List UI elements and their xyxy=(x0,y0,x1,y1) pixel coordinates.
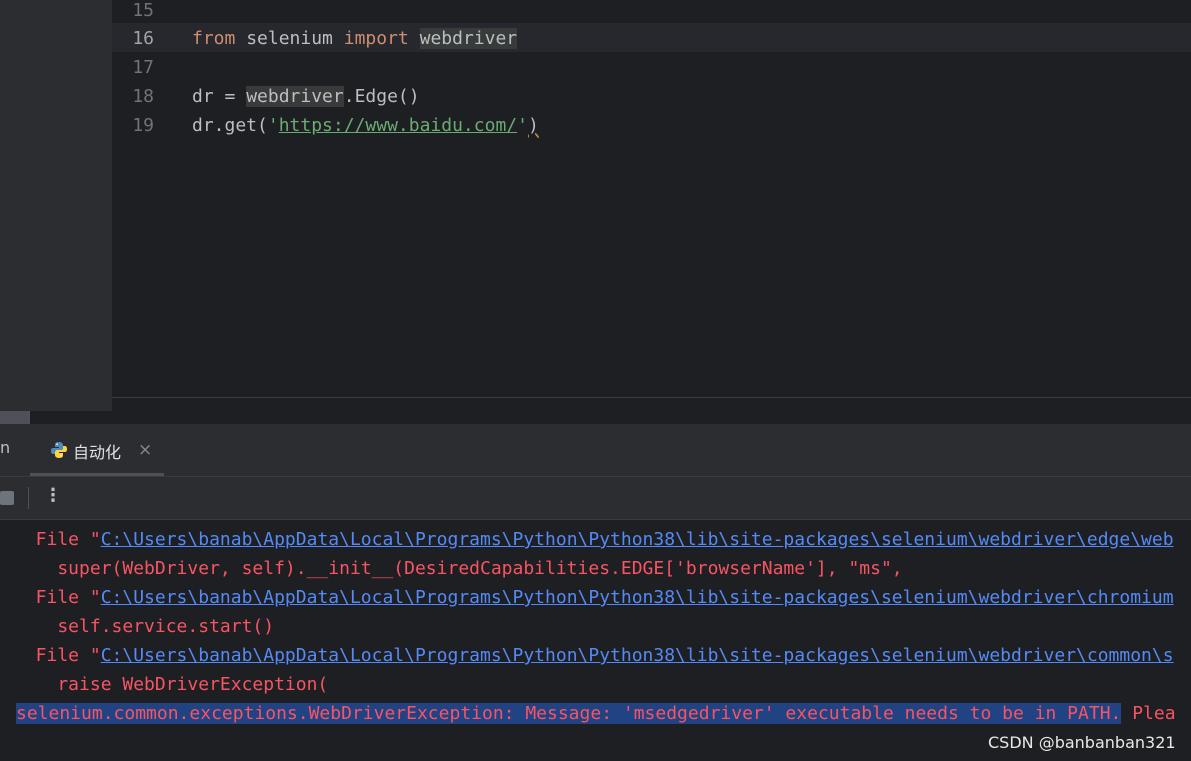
code-line-18[interactable]: dr = webdriver.Edge() xyxy=(192,82,420,111)
code-text: ) xyxy=(527,115,539,136)
file-path-link[interactable]: C:\Users\banab\AppData\Local\Programs\Py… xyxy=(101,645,1174,666)
run-tab-label: 自动化 xyxy=(73,443,122,462)
file-path-link[interactable]: C:\Users\banab\AppData\Local\Programs\Py… xyxy=(101,529,1174,550)
console-line: File "C:\Users\banab\AppData\Local\Progr… xyxy=(14,583,1174,612)
code-text: dr = xyxy=(192,86,247,107)
console-line: File "C:\Users\banab\AppData\Local\Progr… xyxy=(14,641,1174,670)
selected-exception-text: selenium.common.exceptions.WebDriverExce… xyxy=(16,703,1122,724)
identifier-webdriver: webdriver xyxy=(419,28,518,49)
exception-text-rest: Plea xyxy=(1121,703,1176,724)
line-number: 15 xyxy=(132,0,154,21)
console-line: raise WebDriverException( xyxy=(14,674,329,695)
line-number: 16 xyxy=(132,28,154,49)
code-line-19[interactable]: dr.get('https://www.baidu.com/') xyxy=(192,111,539,140)
more-options-icon[interactable]: ⋮ xyxy=(44,485,62,506)
trace-prefix: File " xyxy=(14,529,101,550)
project-panel-strip xyxy=(0,0,112,411)
keyword-from: from xyxy=(192,28,236,49)
line-number: 19 xyxy=(132,115,154,136)
run-toolbar xyxy=(0,477,1191,520)
line-number: 17 xyxy=(132,57,154,78)
console-line: self.service.start() xyxy=(14,616,275,637)
code-editor[interactable] xyxy=(190,0,1191,397)
console-line: super(WebDriver, self).__init__(DesiredC… xyxy=(14,558,903,579)
watermark: CSDN @banbanban321 xyxy=(988,733,1176,752)
keyword-import: import xyxy=(343,28,409,49)
exception-line: selenium.common.exceptions.WebDriverExce… xyxy=(16,699,1176,728)
horizontal-scrollbar-thumb[interactable] xyxy=(0,411,30,424)
trace-prefix: File " xyxy=(14,587,101,608)
python-icon xyxy=(51,442,67,458)
run-tool-window-header xyxy=(0,424,1191,477)
code-line-16[interactable]: from selenium import webdriver xyxy=(192,24,518,53)
stop-icon[interactable] xyxy=(0,491,14,505)
code-text: selenium xyxy=(235,28,344,49)
line-number: 18 xyxy=(132,86,154,107)
code-text: dr.get( xyxy=(192,115,268,136)
string-quote: ' xyxy=(267,115,279,136)
toolbar-separator xyxy=(28,487,29,509)
file-path-link[interactable]: C:\Users\banab\AppData\Local\Programs\Py… xyxy=(101,587,1174,608)
code-text: .Edge() xyxy=(343,86,420,107)
close-icon[interactable]: × xyxy=(138,440,152,460)
active-tab-indicator xyxy=(30,473,164,476)
identifier-webdriver: webdriver xyxy=(246,86,344,107)
console-output[interactable]: File "C:\Users\banab\AppData\Local\Progr… xyxy=(0,520,1191,761)
console-line: File "C:\Users\banab\AppData\Local\Progr… xyxy=(14,525,1174,554)
run-title-partial: n xyxy=(0,438,11,457)
editor-bottom-bar xyxy=(112,397,1191,425)
string-quote: ' xyxy=(517,115,528,136)
url-link[interactable]: https://www.baidu.com/ xyxy=(279,115,517,136)
trace-prefix: File " xyxy=(14,645,101,666)
